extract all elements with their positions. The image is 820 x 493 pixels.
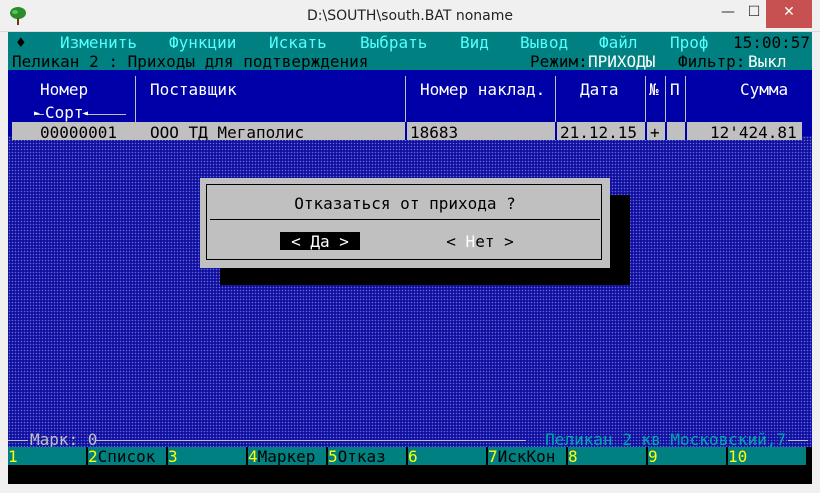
column-header-number[interactable]: Номер [40,80,88,99]
no-button-rest: ет > [475,232,514,251]
fkey-label: Отказ [337,447,386,466]
maximize-button[interactable]: ☐ [742,0,766,28]
sort-arrow-left-icon: ◄ [82,108,89,119]
fkey-2-list[interactable]: 2Список [88,447,166,466]
minimize-button[interactable]: — [714,0,742,28]
no-button-hotkey: Н [465,232,476,251]
no-button-left: < [446,232,466,251]
cell-date: 21.12.15 [560,123,638,142]
console-area: ♦ Изменить Функции Искать Выбрать Вид Вы… [8,32,812,484]
fkey-number: 2 [88,447,98,466]
fkey-number: 9 [648,447,658,466]
column-header-sum[interactable]: Сумма [740,80,788,99]
cell-divider [665,122,667,140]
close-button[interactable]: ✕ [766,0,812,28]
fkey-number: 1 [8,447,18,466]
menu-item-output[interactable]: Вывод [520,33,568,52]
menu-item-select[interactable]: Выбрать [360,33,427,52]
fkey-1[interactable]: 1 [8,447,86,466]
menu-item-functions[interactable]: Функции [169,33,236,52]
close-icon: ✕ [783,4,795,20]
fkey-number: 10 [728,447,748,466]
column-header-no[interactable]: № [649,80,659,99]
fkey-4-marker[interactable]: 4Маркер [248,447,326,466]
fkey-9[interactable]: 9 [648,447,726,466]
fkey-5-reject[interactable]: 5Отказ [328,447,406,466]
column-header-supplier[interactable]: Поставщик [150,80,237,99]
column-header-invoice[interactable]: Номер наклад. [420,80,545,99]
table-row[interactable] [12,122,802,140]
fkey-label: ИскКон [497,447,556,466]
confirm-dialog: Отказаться от прихода ? < Да > < Нет > [200,178,610,268]
filter-value: Выкл [748,52,787,71]
status-bar: Пеликан 2 : Приходы для подтверждения Ре… [8,52,812,71]
cell-sum: 12'424.81 [710,123,797,142]
minimize-icon: — [721,4,735,20]
fkey-label: Маркер [257,447,316,466]
maximize-icon: ☐ [747,4,761,20]
cell-number: 00000001 [40,123,118,142]
fkey-8[interactable]: 8 [568,447,646,466]
menu-item-file[interactable]: Файл [599,33,638,52]
menu-item-edit[interactable]: Изменить [60,33,137,52]
cell-divider [685,122,687,140]
fkey-10[interactable]: 10 [728,447,806,466]
cell-divider [405,122,407,140]
function-key-bar: 1 2Список 3 4Маркер 5Отказ 6 7ИскКон 8 9… [8,447,812,466]
mode-label: Режим: [530,52,588,71]
fkey-7-search-continue[interactable]: 7ИскКон [488,447,566,466]
column-header-date[interactable]: Дата [580,80,619,99]
filter-label: Фильтр: [678,52,746,71]
footer-rule [8,440,28,441]
footer-rule [788,440,808,441]
yes-button[interactable]: < Да > [280,232,360,251]
fkey-number: 7 [488,447,498,466]
menu-item-search[interactable]: Искать [269,33,327,52]
column-header-p[interactable]: П [670,80,680,99]
dialog-divider [210,219,600,220]
window-titlebar[interactable]: D:\SOUTH\south.BAT noname — ☐ ✕ [0,0,820,32]
fkey-number: 6 [408,447,418,466]
dialog-question: Отказаться от прихода ? [294,194,516,213]
cell-no: + [650,123,660,142]
fkey-number: 4 [248,447,258,466]
clock: 15:00:57 [732,33,810,52]
fkey-number: 3 [168,447,178,466]
cell-invoice: 18683 [410,123,459,142]
fkey-number: 5 [328,447,338,466]
cell-divider [645,122,647,140]
fkey-label: Список [97,447,156,466]
sort-label[interactable]: Сорт [44,104,85,122]
menu-item-view[interactable]: Вид [460,33,489,52]
menu-bar: ♦ Изменить Функции Искать Выбрать Вид Вы… [8,32,812,52]
sort-arrow-right-icon: ► [34,108,41,119]
window-border-left [0,32,8,493]
window-border-right [812,32,820,493]
window-border-bottom [0,484,820,493]
fkey-6[interactable]: 6 [408,447,486,466]
no-button[interactable]: < Нет > [440,232,520,251]
cell-supplier: ООО ТД Мегаполис [150,123,305,142]
window-title: D:\SOUTH\south.BAT noname [307,8,513,24]
footer-rule [96,440,526,441]
fkey-number: 8 [568,447,578,466]
menu-item-prof[interactable]: Проф [670,33,709,52]
menu-arrow-icon: ♦ [16,33,26,52]
footer-line: Марк: 0 Пеликан 2 кв Московский,7 [8,430,812,449]
cell-divider [555,122,557,140]
fkey-3[interactable]: 3 [168,447,246,466]
screen-title: Пеликан 2 : Приходы для подтверждения [12,52,369,71]
mode-value: ПРИХОДЫ [588,52,656,71]
